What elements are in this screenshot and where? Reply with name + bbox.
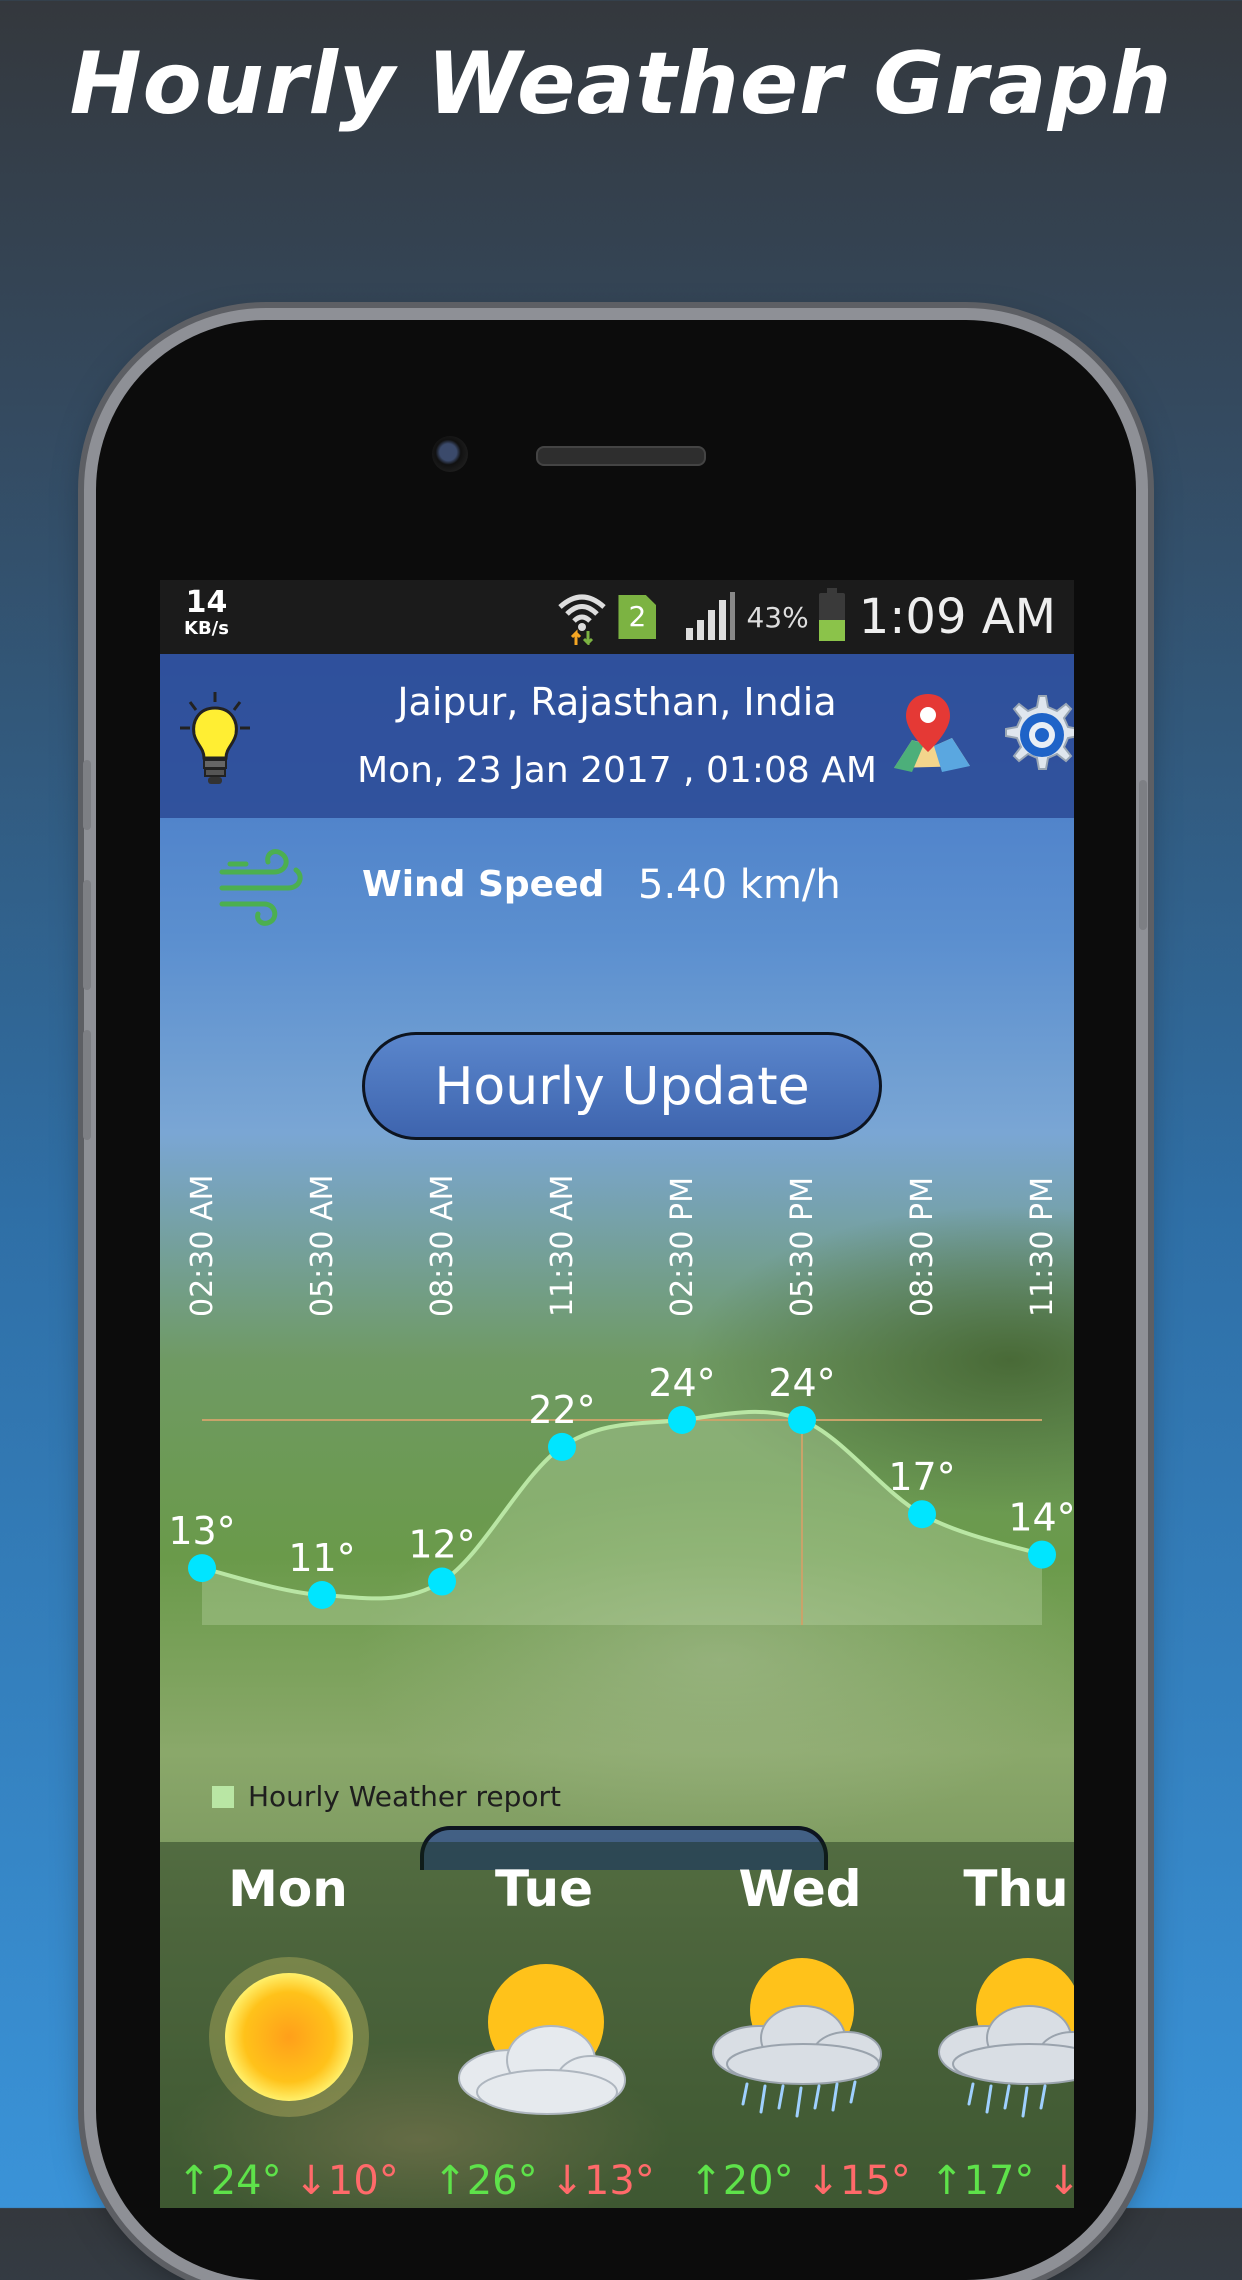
data-label: 14°: [1008, 1496, 1074, 1540]
wind-row: Wind Speed 5.40 km/h: [160, 818, 1074, 962]
legend-label: Hourly Weather report: [248, 1780, 562, 1813]
forecast-day[interactable]: Tue ↑26° ↓13°: [416, 1842, 672, 2208]
app-header: Jaipur, Rajasthan, India Mon, 23 Jan 201…: [160, 654, 1074, 818]
forecast-day-name: Mon: [228, 1860, 348, 1918]
wind-speed-label: Wind Speed: [362, 864, 605, 905]
forecast-high: ↑24°: [177, 2158, 282, 2204]
wifi-icon: [558, 594, 607, 645]
forecast-temps: ↑24° ↓10°: [160, 2158, 416, 2204]
gear-icon[interactable]: [996, 692, 1074, 778]
map-pin-icon[interactable]: [890, 690, 974, 780]
sun-icon: [209, 1957, 369, 2117]
promo-title: Hourly Weather Graph: [69, 34, 1173, 134]
forecast-low: ↓10°: [294, 2158, 399, 2204]
phone-volume-down: [83, 1030, 91, 1140]
rain-icon: [712, 1958, 882, 2118]
data-label: 12°: [408, 1523, 475, 1567]
data-label: 22°: [528, 1388, 595, 1432]
forecast-day[interactable]: Thu ↑17° ↓: [928, 1842, 1074, 2208]
forecast-day[interactable]: Mon ↑24° ↓10°: [160, 1842, 416, 2208]
data-point: [428, 1567, 456, 1596]
network-speed: 14 KB/s: [184, 588, 229, 638]
hourly-weather-chart: 02:30 AM 05:30 AM 08:30 AM 11:30 AM 02:30 PM…: [168, 1175, 1074, 1625]
forecast-low: ↓: [1047, 2158, 1074, 2204]
network-speed-unit: KB/s: [184, 618, 229, 639]
phone-volume-up: [83, 880, 91, 990]
data-point: [1028, 1540, 1056, 1569]
battery-icon: [818, 588, 845, 641]
hourly-update-button[interactable]: Hourly Update: [362, 1032, 882, 1140]
forecast-low: ↓13°: [550, 2158, 655, 2204]
x-tick-label: 11:30 PM: [1025, 1177, 1060, 1317]
status-bar: 14 KB/s 2 43% 1:09 AM: [160, 580, 1074, 654]
forecast-day-name: Tue: [494, 1860, 594, 1918]
data-label: 13°: [168, 1509, 235, 1553]
app-screen: 14 KB/s 2 43% 1:09 AM Jaipur, Rajasthan,…: [160, 580, 1074, 2208]
battery-percent: 43%: [746, 600, 809, 634]
network-speed-value: 14: [185, 585, 228, 620]
x-tick-label: 11:30 AM: [545, 1175, 580, 1317]
daily-forecast: Mon ↑24° ↓10° Tue ↑26° ↓13° Wed ↑20° ↓15…: [160, 1842, 1074, 2208]
x-tick-label: 02:30 AM: [185, 1175, 220, 1317]
phone-side-button: [83, 760, 91, 830]
status-time: 1:09 AM: [858, 589, 1056, 645]
front-camera: [432, 436, 468, 472]
partly-cloudy-icon: [458, 1964, 626, 2115]
phone-power-button: [1139, 780, 1147, 930]
data-point: [788, 1406, 816, 1434]
data-point: [908, 1500, 936, 1529]
signal-icon: [686, 592, 736, 640]
data-point: [548, 1432, 576, 1461]
x-tick-label: 05:30 PM: [785, 1177, 820, 1317]
data-point: [308, 1581, 336, 1609]
wind-icon: [219, 849, 303, 926]
data-label: 24°: [648, 1361, 715, 1405]
data-label: 17°: [888, 1455, 955, 1499]
forecast-high: ↑20°: [689, 2158, 794, 2204]
forecast-temps: ↑17° ↓: [888, 2158, 1074, 2204]
forecast-day-name: Thu: [963, 1860, 1069, 1918]
wind-speed-value: 5.40 km/h: [638, 862, 841, 908]
x-tick-label: 08:30 PM: [905, 1177, 940, 1317]
legend-swatch: [212, 1785, 234, 1808]
data-point: [668, 1406, 696, 1434]
forecast-temps: ↑26° ↓13°: [416, 2158, 672, 2204]
sim-card-icon: 2: [618, 595, 657, 639]
forecast-high: ↑17°: [930, 2158, 1035, 2204]
chart-legend: Hourly Weather report: [212, 1780, 561, 1813]
x-tick-label: 05:30 AM: [305, 1175, 340, 1317]
rain-icon: [938, 1958, 1074, 2118]
data-point: [188, 1554, 216, 1583]
earpiece-speaker: [536, 446, 706, 466]
data-label: 24°: [768, 1361, 835, 1405]
data-label: 11°: [288, 1536, 355, 1580]
forecast-high: ↑26°: [433, 2158, 538, 2204]
x-tick-label: 02:30 PM: [665, 1177, 700, 1317]
x-tick-label: 08:30 AM: [425, 1175, 460, 1317]
